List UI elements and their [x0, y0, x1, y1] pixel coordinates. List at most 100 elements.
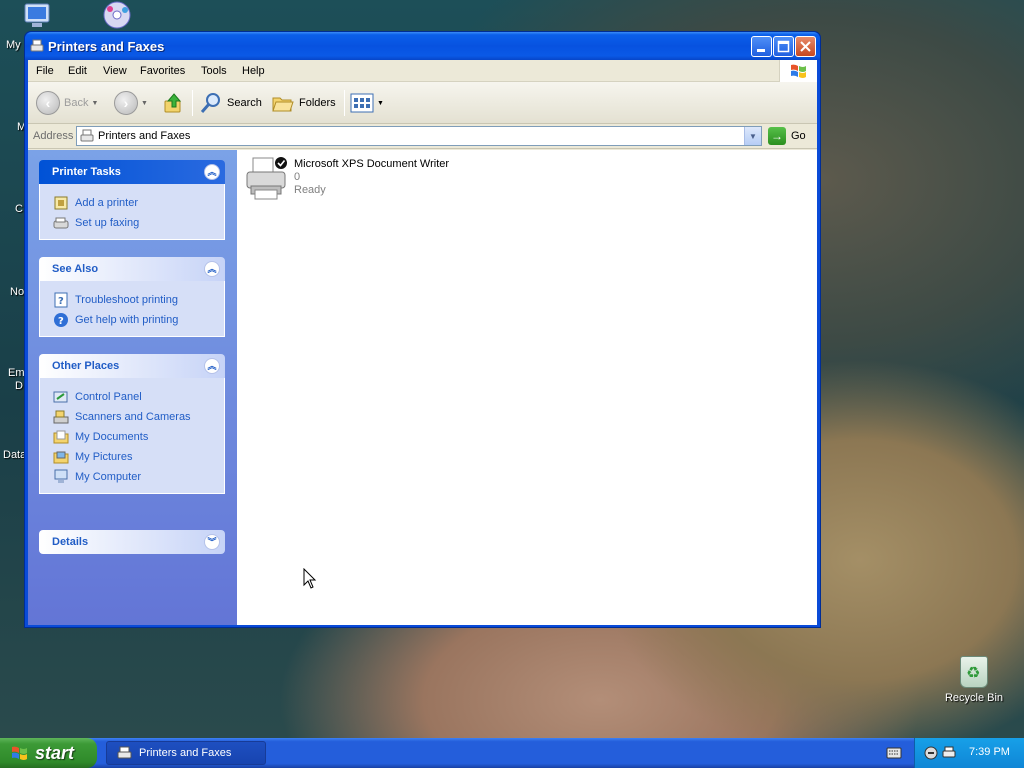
keyboard-icon[interactable]	[886, 746, 902, 760]
start-button[interactable]: start	[0, 738, 97, 768]
search-label: Search	[227, 97, 262, 109]
link-label: Add a printer	[75, 197, 138, 209]
minimize-icon	[757, 49, 765, 52]
up-arrow-icon	[164, 93, 182, 113]
collapse-chevron-icon[interactable]: ︽	[204, 164, 220, 180]
taskbar: start Printers and Faxes 7:39 PM	[0, 738, 1024, 768]
link-my-computer[interactable]: My Computer	[40, 467, 224, 487]
file-view: Microsoft XPS Document Writer 0 Ready	[237, 150, 817, 625]
folders-icon	[272, 97, 294, 112]
link-scanners-cameras[interactable]: Scanners and Cameras	[40, 407, 224, 427]
link-control-panel[interactable]: Control Panel	[40, 387, 224, 407]
menu-help[interactable]: Help	[242, 65, 265, 77]
printers-and-faxes-window: Printers and Faxes File Edit View Favori…	[24, 31, 821, 628]
printer-item[interactable]: Microsoft XPS Document Writer 0 Ready	[245, 154, 485, 206]
link-label: Control Panel	[75, 391, 142, 403]
collapse-chevron-icon[interactable]: ︽	[204, 358, 220, 374]
panel-details: Details ︾	[39, 530, 225, 554]
back-arrow-icon: ‹	[36, 91, 60, 115]
add-printer-icon	[54, 196, 68, 210]
desktop-icon-label[interactable]: Data	[3, 449, 26, 461]
svg-text:?: ?	[58, 296, 64, 307]
maximize-button[interactable]	[773, 36, 794, 57]
link-troubleshoot-printing[interactable]: ? Troubleshoot printing	[40, 290, 224, 310]
desktop-icon-label[interactable]: Em	[8, 367, 25, 379]
printer-name: Microsoft XPS Document Writer	[294, 158, 450, 170]
my-documents-icon	[53, 430, 69, 444]
panel-header[interactable]: See Also ︽	[39, 257, 225, 281]
printer-tray-icon[interactable]	[941, 745, 957, 761]
cd-drive-icon[interactable]	[100, 0, 134, 30]
folders-button[interactable]: Folders	[271, 91, 336, 115]
collapse-chevron-icon[interactable]: ︽	[204, 261, 220, 277]
panel-header[interactable]: Other Places ︽	[39, 354, 225, 378]
link-my-documents[interactable]: My Documents	[40, 427, 224, 447]
desktop-icon-label[interactable]: My	[6, 39, 21, 51]
printer-folder-icon	[117, 746, 132, 759]
recycle-bin-label: Recycle Bin	[944, 692, 1004, 704]
help-icon: ?	[54, 313, 68, 327]
address-field[interactable]: Printers and Faxes ▼	[76, 126, 762, 146]
desktop-icon-label[interactable]: C	[15, 203, 23, 215]
printer-status: Ready	[294, 184, 326, 196]
views-icon	[350, 93, 374, 113]
back-button[interactable]: ‹ Back ▼	[36, 91, 98, 115]
views-dropdown-icon[interactable]: ▼	[377, 100, 384, 107]
address-bar: Address Printers and Faxes ▼ → Go	[28, 124, 817, 149]
clock[interactable]: 7:39 PM	[969, 746, 1010, 758]
link-get-help-printing[interactable]: ? Get help with printing	[40, 310, 224, 330]
menu-tools[interactable]: Tools	[201, 65, 227, 77]
forward-button[interactable]: › ▼	[114, 91, 148, 115]
menu-bar: File Edit View Favorites Tools Help	[28, 60, 817, 82]
printer-document-count: 0	[294, 171, 301, 183]
title-bar[interactable]: Printers and Faxes	[25, 32, 820, 60]
link-label: My Pictures	[75, 451, 133, 463]
desktop-icon-label[interactable]: No	[10, 286, 24, 298]
menu-view[interactable]: View	[103, 65, 127, 77]
close-icon	[800, 41, 811, 52]
panel-printer-tasks: Printer Tasks ︽ Add a printer Set up fax…	[39, 160, 225, 240]
close-button[interactable]	[795, 36, 816, 57]
back-dropdown-icon[interactable]: ▼	[91, 100, 98, 107]
up-folder-button[interactable]	[162, 91, 184, 115]
mouse-cursor-icon	[303, 568, 317, 589]
back-label: Back	[64, 97, 89, 109]
link-add-printer[interactable]: Add a printer	[40, 193, 224, 213]
panel-title: Other Places	[52, 360, 120, 372]
forward-dropdown-icon[interactable]: ▼	[141, 100, 148, 107]
panel-header[interactable]: Details ︾	[39, 530, 225, 554]
menu-file[interactable]: File	[36, 65, 54, 77]
link-set-up-faxing[interactable]: Set up faxing	[40, 213, 224, 233]
printer-folder-icon	[80, 129, 94, 142]
link-label: Get help with printing	[75, 314, 179, 326]
address-label: Address	[33, 130, 74, 142]
minimize-button[interactable]	[751, 36, 772, 57]
folders-label: Folders	[299, 97, 336, 109]
fax-icon	[53, 217, 69, 229]
taskbar-button-printers[interactable]: Printers and Faxes	[106, 741, 266, 765]
go-label: Go	[791, 130, 806, 142]
link-label: My Documents	[75, 431, 149, 443]
search-button[interactable]: Search	[199, 91, 262, 115]
window-title: Printers and Faxes	[48, 39, 165, 54]
link-my-pictures[interactable]: My Pictures	[40, 447, 224, 467]
control-panel-icon	[53, 391, 68, 403]
search-icon	[200, 93, 220, 113]
menu-edit[interactable]: Edit	[68, 65, 87, 77]
toolbar: ‹ Back ▼ › ▼ Search Folders ▼	[28, 82, 817, 124]
network-status-icon[interactable]	[923, 745, 939, 761]
address-dropdown-icon[interactable]: ▼	[744, 127, 761, 145]
recycle-bin-icon	[960, 656, 988, 688]
go-button[interactable]: → Go	[768, 127, 806, 145]
views-button[interactable]: ▼	[350, 91, 384, 115]
windows-logo-icon	[779, 60, 817, 82]
link-label: Scanners and Cameras	[75, 411, 191, 423]
desktop-icon-label[interactable]: D	[15, 380, 23, 392]
my-computer-icon[interactable]	[22, 2, 54, 30]
link-label: My Computer	[75, 471, 142, 483]
panel-header[interactable]: Printer Tasks ︽	[39, 160, 225, 184]
recycle-bin[interactable]: Recycle Bin	[944, 656, 1004, 704]
menu-favorites[interactable]: Favorites	[140, 65, 185, 77]
expand-chevron-icon[interactable]: ︾	[204, 534, 220, 550]
task-pane: Printer Tasks ︽ Add a printer Set up fax…	[28, 150, 237, 625]
